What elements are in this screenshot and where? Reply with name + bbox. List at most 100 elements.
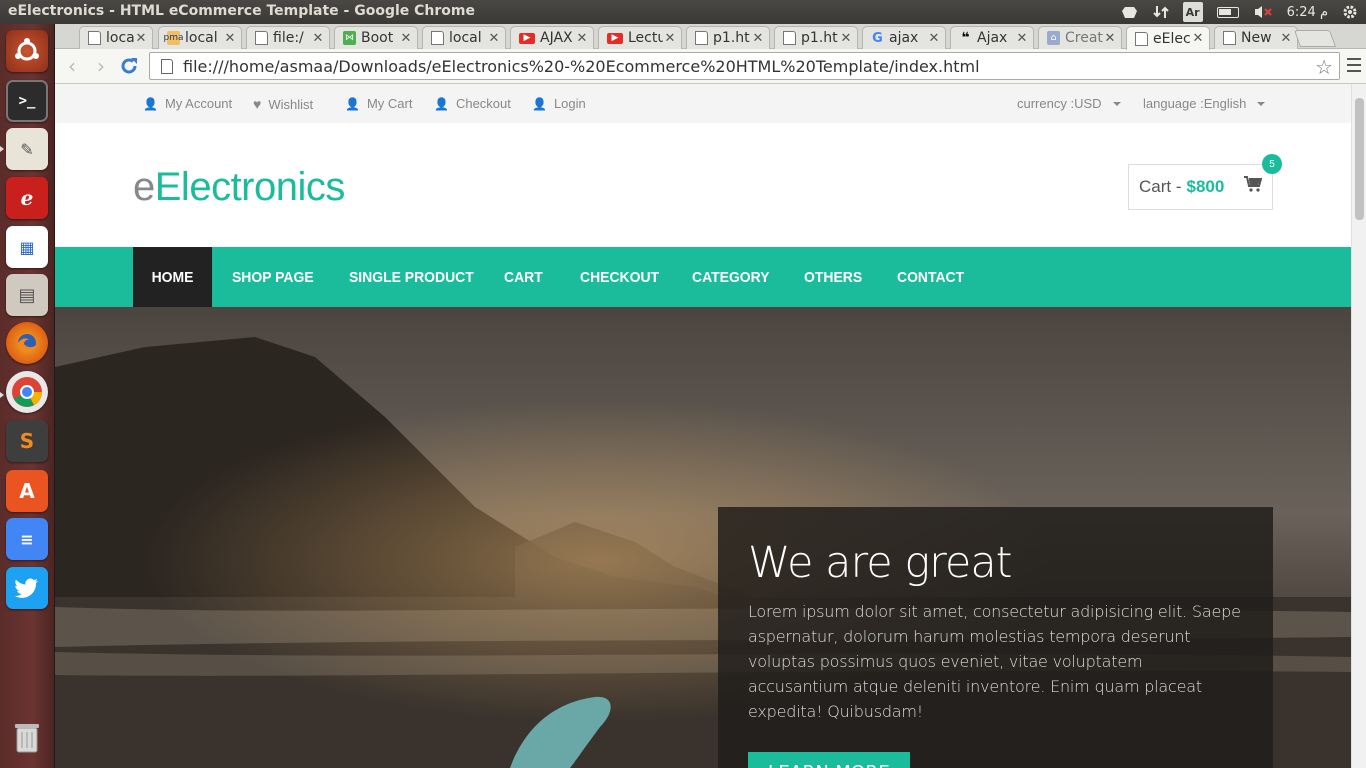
browser-tab[interactable]: file:/✕ (246, 26, 330, 49)
pdf-viewer-icon[interactable]: ℯ (6, 177, 48, 219)
image-viewer-icon[interactable]: ▦ (6, 226, 48, 268)
nav-shop-page[interactable]: SHOP PAGE (232, 247, 314, 307)
tab-close-icon[interactable]: ✕ (311, 31, 325, 46)
cart-summary[interactable]: Cart - $800 (1128, 164, 1273, 210)
tab-close-icon[interactable]: ✕ (575, 31, 589, 46)
tab-close-icon[interactable]: ✕ (927, 31, 941, 46)
my-account-link[interactable]: 👤 My Account (143, 96, 232, 111)
tab-close-icon[interactable]: ✕ (751, 31, 765, 46)
url-text: file:///home/asmaa/Downloads/eElectronic… (183, 56, 980, 76)
google-docs-icon[interactable]: ≡ (6, 518, 48, 560)
tab-close-icon[interactable]: ✕ (487, 31, 501, 46)
document-icon (255, 31, 268, 45)
browser-tab[interactable]: ▶ Lectu ✕ (598, 26, 682, 49)
tab-close-icon[interactable]: ✕ (223, 31, 237, 46)
text-editor-icon[interactable]: ✎ (6, 128, 48, 170)
unity-launcher: >_ ✎ ℯ ▦ ▤ S A ≡ (0, 24, 55, 768)
firefox-icon[interactable] (6, 322, 48, 364)
youtube-icon: ▶ (519, 32, 535, 44)
tab-close-icon[interactable]: ✕ (1103, 31, 1117, 46)
currency-dropdown[interactable]: currency :USD (1017, 96, 1121, 111)
chrome-icon[interactable] (6, 371, 48, 413)
browser-tab[interactable]: ▶ AJAX ✕ (510, 26, 594, 49)
user-icon: 👤 (345, 96, 360, 111)
tab-close-icon[interactable]: ✕ (839, 31, 853, 46)
address-bar[interactable]: file:///home/asmaa/Downloads/eElectronic… (149, 52, 1340, 80)
network-icon[interactable] (1152, 2, 1169, 22)
browser-tab[interactable]: pma local ✕ (158, 26, 242, 49)
back-button[interactable]: ‹ (60, 54, 84, 78)
browser-tab[interactable]: ⋈ Boot ✕ (334, 26, 418, 49)
dropbox-icon[interactable] (1121, 2, 1139, 22)
nav-single-product[interactable]: SINGLE PRODUCT (349, 247, 474, 307)
cart-label: Cart - (1139, 177, 1182, 196)
browser-tab[interactable]: locall✕ (79, 26, 153, 49)
browser-tab[interactable]: ⌂ Creat ✕ (1038, 26, 1122, 49)
browser-tab[interactable]: Gajax ✕ (862, 26, 946, 49)
nav-home[interactable]: HOME (133, 247, 213, 307)
twitter-icon[interactable] (6, 567, 48, 609)
hero-slider[interactable]: We are great Lorem ipsum dolor sit amet,… (55, 307, 1351, 768)
terminal-icon[interactable]: >_ (6, 80, 48, 122)
document-icon (1135, 31, 1148, 46)
trash-icon[interactable] (6, 716, 48, 758)
new-tab-button[interactable] (1293, 30, 1337, 47)
nav-cart[interactable]: CART (504, 247, 543, 307)
system-top-panel: eElectronics - HTML eCommerce Template -… (0, 0, 1366, 24)
browser-tab-active[interactable]: eElec ✕ (1126, 26, 1210, 50)
document-icon (431, 31, 444, 45)
nav-checkout[interactable]: CHECKOUT (580, 247, 659, 307)
my-cart-link[interactable]: 👤 My Cart (345, 96, 412, 111)
file-manager-icon[interactable]: ▤ (6, 274, 48, 316)
tab-close-icon[interactable]: ✕ (1015, 31, 1029, 46)
sublime-text-icon[interactable]: S (6, 420, 48, 462)
browser-window: locall✕ pmalocal✕ file:/✕ ⋈Boot✕ local✕ … (55, 24, 1366, 768)
document-icon (1223, 31, 1236, 45)
nav-category[interactable]: CATEGORY (692, 247, 770, 307)
reload-button[interactable] (117, 54, 141, 78)
forward-button[interactable]: › (89, 54, 113, 78)
user-icon: 👤 (434, 96, 449, 111)
tab-close-icon[interactable]: ✕ (1279, 31, 1293, 46)
indicator-area: Ar 6:24 م (1121, 2, 1358, 22)
tab-close-icon[interactable]: ✕ (663, 31, 677, 46)
nav-contact[interactable]: CONTACT (897, 247, 964, 307)
nav-others[interactable]: OTHERS (804, 247, 862, 307)
caret-down-icon (1257, 101, 1266, 106)
browser-toolbar: ‹ › file:///home/asmaa/Downloads/eElectr… (55, 49, 1366, 84)
tab-close-icon[interactable]: ✕ (399, 31, 413, 46)
document-icon (783, 31, 796, 45)
volume-muted-icon[interactable] (1253, 2, 1273, 22)
battery-icon[interactable] (1216, 2, 1239, 22)
tab-strip: locall✕ pmalocal✕ file:/✕ ⋈Boot✕ local✕ … (55, 24, 1366, 50)
settings-gear-icon[interactable] (1342, 2, 1358, 22)
keyboard-layout-indicator[interactable]: Ar (1182, 2, 1203, 22)
bookmark-star-icon[interactable]: ☆ (1315, 55, 1333, 79)
phpmyadmin-icon: pma (163, 31, 184, 45)
wishlist-link[interactable]: ♥ Wishlist (253, 96, 313, 112)
language-dropdown[interactable]: language :English (1143, 96, 1266, 111)
document-icon (88, 31, 101, 45)
learn-more-button[interactable]: LEARN MORE (748, 752, 910, 768)
software-center-icon[interactable]: A (6, 470, 48, 512)
login-link[interactable]: 👤 Login (532, 96, 586, 111)
tab-close-icon[interactable]: ✕ (1191, 31, 1205, 46)
quotes-icon: ❝ (961, 30, 970, 46)
window-title: eElectronics - HTML eCommerce Template -… (8, 3, 475, 19)
hero-text: Lorem ipsum dolor sit amet, consectetur … (748, 602, 1241, 721)
scrollbar-thumb[interactable] (1355, 98, 1364, 220)
browser-tab[interactable]: local ✕ (422, 26, 506, 49)
site-logo[interactable]: eElectronics (133, 165, 345, 210)
chrome-menu-icon[interactable] (1347, 58, 1361, 72)
tab-close-icon[interactable]: ✕ (134, 31, 148, 46)
browser-tab[interactable]: p1.ht ✕ (774, 26, 858, 49)
hero-caption: We are great Lorem ipsum dolor sit amet,… (718, 507, 1273, 768)
caret-down-icon (1112, 101, 1121, 106)
browser-tab[interactable]: p1.ht ✕ (686, 26, 770, 49)
checkout-link[interactable]: 👤 Checkout (434, 96, 511, 111)
clock[interactable]: 6:24 م (1287, 2, 1328, 22)
ubuntu-dash-icon[interactable] (6, 30, 48, 72)
page-scrollbar[interactable] (1351, 84, 1366, 768)
browser-tab[interactable]: ❝ Ajax ✕ (950, 26, 1034, 49)
browser-tab[interactable]: New ✕ (1214, 26, 1298, 49)
